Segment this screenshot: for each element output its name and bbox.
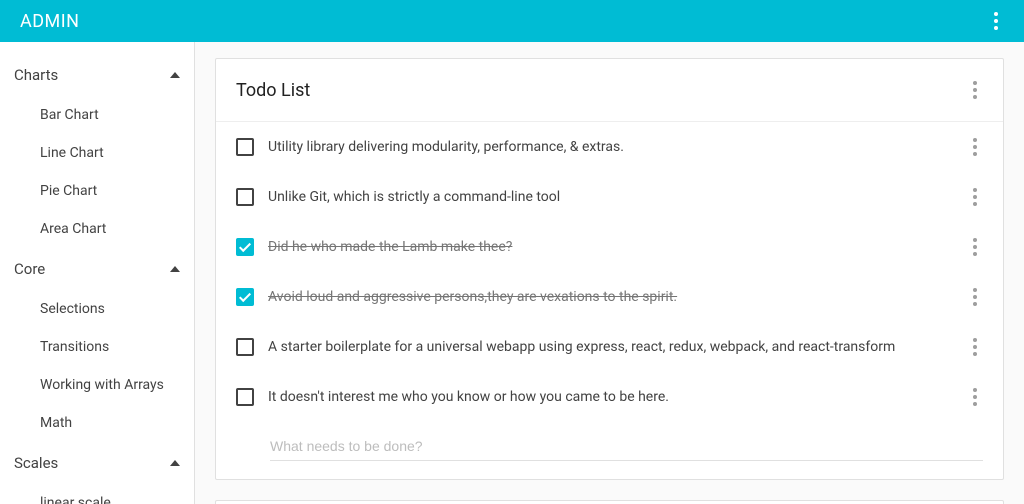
sidebar-item[interactable]: Selections bbox=[0, 290, 194, 328]
todo-text: Avoid loud and aggressive persons,they a… bbox=[268, 289, 953, 305]
todo-row: Avoid loud and aggressive persons,they a… bbox=[216, 272, 1003, 322]
todo-card-header: Todo List bbox=[216, 59, 1003, 122]
todo-text: Did he who made the Lamb make thee? bbox=[268, 239, 953, 255]
sidebar-group-label: Charts bbox=[14, 66, 170, 84]
header-menu-icon[interactable] bbox=[988, 6, 1004, 36]
sidebar-group-label: Core bbox=[14, 260, 170, 278]
todo-row: Unlike Git, which is strictly a command-… bbox=[216, 172, 1003, 222]
todo-card-title: Todo List bbox=[236, 80, 967, 101]
todo-checkbox[interactable] bbox=[236, 288, 254, 306]
todo-item-menu-icon[interactable] bbox=[967, 232, 983, 262]
main-content: Todo List Utility library delivering mod… bbox=[195, 42, 1024, 504]
todo-card-body: Utility library delivering modularity, p… bbox=[216, 122, 1003, 479]
collapse-icon bbox=[170, 72, 180, 78]
todo-checkbox[interactable] bbox=[236, 338, 254, 356]
collapse-icon bbox=[170, 266, 180, 272]
main-container: Charts Bar ChartLine ChartPie ChartArea C… bbox=[0, 42, 1024, 504]
todo-checkbox[interactable] bbox=[236, 388, 254, 406]
sidebar-group-header[interactable]: Core bbox=[0, 248, 194, 290]
todo-text: Unlike Git, which is strictly a command-… bbox=[268, 189, 953, 205]
todo-input[interactable] bbox=[270, 432, 983, 461]
sidebar-item[interactable]: Working with Arrays bbox=[0, 366, 194, 404]
todo-checkbox[interactable] bbox=[236, 188, 254, 206]
todo-item-menu-icon[interactable] bbox=[967, 332, 983, 362]
todo-row: Utility library delivering modularity, p… bbox=[216, 122, 1003, 172]
todo-item-menu-icon[interactable] bbox=[967, 282, 983, 312]
todo-text: A starter boilerplate for a universal we… bbox=[268, 339, 953, 355]
todo-row: It doesn't interest me who you know or h… bbox=[216, 372, 1003, 422]
sidebar-item[interactable]: Bar Chart bbox=[0, 96, 194, 134]
todo-item-menu-icon[interactable] bbox=[967, 132, 983, 162]
sidebar-group-header[interactable]: Scales bbox=[0, 442, 194, 484]
todo-text: It doesn't interest me who you know or h… bbox=[268, 389, 953, 405]
todo-checkbox[interactable] bbox=[236, 238, 254, 256]
sidebar: Charts Bar ChartLine ChartPie ChartArea C… bbox=[0, 42, 195, 504]
todo-item-menu-icon[interactable] bbox=[967, 382, 983, 412]
todo-checkbox[interactable] bbox=[236, 138, 254, 156]
sidebar-item[interactable]: Pie Chart bbox=[0, 172, 194, 210]
sidebar-item[interactable]: Transitions bbox=[0, 328, 194, 366]
sidebar-item[interactable]: linear scale bbox=[0, 484, 194, 504]
sidebar-group-header[interactable]: Charts bbox=[0, 54, 194, 96]
sidebar-item[interactable]: Math bbox=[0, 404, 194, 442]
sidebar-group-label: Scales bbox=[14, 454, 170, 472]
app-header: ADMIN bbox=[0, 0, 1024, 42]
todo-card: Todo List Utility library delivering mod… bbox=[215, 58, 1004, 480]
collapse-icon bbox=[170, 460, 180, 466]
todo-item-menu-icon[interactable] bbox=[967, 182, 983, 212]
todo-row: A starter boilerplate for a universal we… bbox=[216, 322, 1003, 372]
todo-text: Utility library delivering modularity, p… bbox=[268, 139, 953, 155]
barchart-card: Bar Chart JanFebMarAprMayJunJulAugSepOct… bbox=[215, 500, 1004, 504]
sidebar-item[interactable]: Line Chart bbox=[0, 134, 194, 172]
todo-input-row bbox=[216, 422, 1003, 461]
app-title: ADMIN bbox=[20, 11, 988, 32]
todo-card-menu-icon[interactable] bbox=[967, 75, 983, 105]
sidebar-item[interactable]: Area Chart bbox=[0, 210, 194, 248]
todo-row: Did he who made the Lamb make thee? bbox=[216, 222, 1003, 272]
